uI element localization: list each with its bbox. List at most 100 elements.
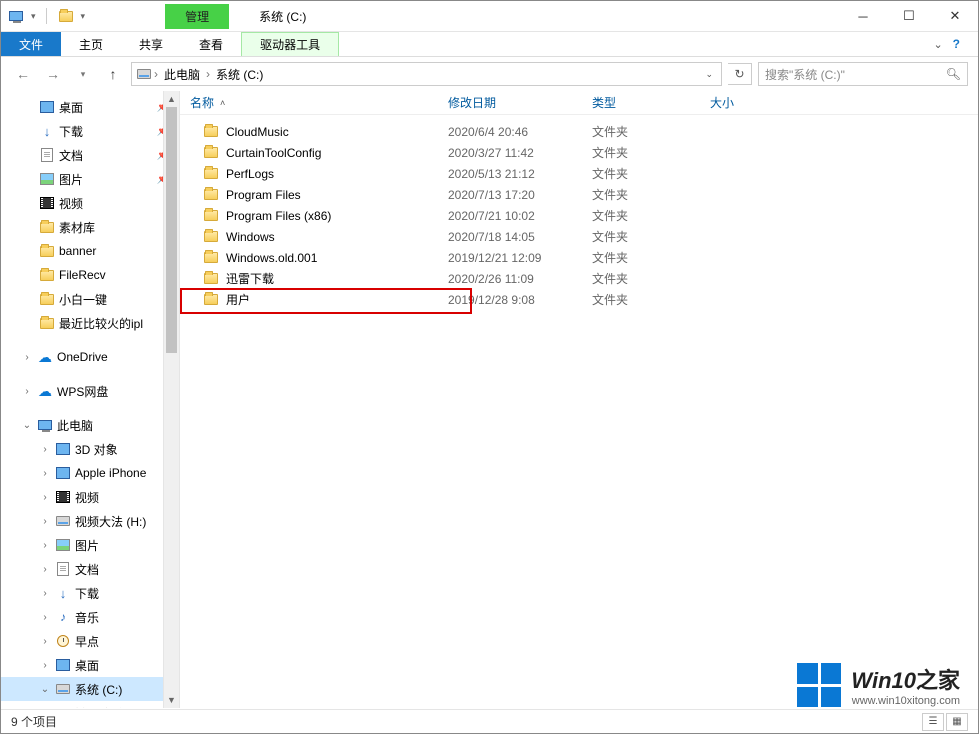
sidebar-pc-child[interactable]: › 3D 对象 [1, 437, 179, 461]
sidebar-cutoff-item[interactable]: › 键需让秀 [1, 701, 179, 708]
file-row[interactable]: 用户 2019/12/28 9:08 文件夹 [180, 289, 978, 310]
sidebar-wps[interactable]: › ☁ WPS网盘 [1, 379, 179, 403]
column-type[interactable]: 类型 [592, 94, 710, 111]
minimize-button[interactable]: ─ [840, 1, 886, 32]
item-count: 9 个项目 [11, 713, 57, 730]
forward-button[interactable]: → [41, 62, 65, 86]
sidebar-pc-child[interactable]: › ↓ 下载 [1, 581, 179, 605]
search-input[interactable]: 搜索"系统 (C:)" 🔍︎ [758, 62, 968, 86]
expand-icon[interactable]: › [39, 563, 51, 575]
expand-icon[interactable]: › [39, 611, 51, 623]
breadcrumb-this-pc[interactable]: 此电脑 [160, 66, 204, 83]
sidebar-quick-item[interactable]: 素材库 [1, 215, 179, 239]
sidebar-pc-child[interactable]: ⌄ 系统 (C:) [1, 677, 179, 701]
sidebar-item-label: 文档 [59, 147, 83, 164]
file-row[interactable]: CloudMusic 2020/6/4 20:46 文件夹 [180, 121, 978, 142]
sidebar-quick-item[interactable]: ↓ 下载 📌 [1, 119, 179, 143]
sidebar-quick-item[interactable]: banner [1, 239, 179, 263]
qat-overflow-icon[interactable]: ▾ [81, 11, 86, 22]
sidebar-quick-item[interactable]: 视频 [1, 191, 179, 215]
sidebar-pc-child[interactable]: › 早点 [1, 629, 179, 653]
scroll-track[interactable] [164, 107, 179, 692]
expand-icon[interactable]: › [39, 467, 51, 479]
maximize-button[interactable]: ☐ [886, 1, 932, 32]
column-date[interactable]: 修改日期 [448, 94, 592, 111]
qat-dropdown-icon[interactable]: ▾ [31, 11, 36, 22]
sidebar-pc-child[interactable]: › 桌面 [1, 653, 179, 677]
scroll-down-icon[interactable]: ▼ [164, 692, 179, 708]
sidebar-quick-item[interactable]: 桌面 📌 [1, 95, 179, 119]
expand-icon[interactable]: › [39, 515, 51, 527]
recent-dropdown-icon[interactable]: ▾ [71, 62, 95, 86]
main-area: 桌面 📌↓ 下载 📌 文档 📌 图片 📌 视频 素 [1, 91, 978, 708]
refresh-button[interactable]: ↻ [728, 63, 752, 85]
arrow-down-icon: ↓ [55, 585, 71, 601]
chevron-down-icon[interactable]: ⌄ [933, 38, 942, 51]
file-row[interactable]: Windows 2020/7/18 14:05 文件夹 [180, 226, 978, 247]
separator [46, 8, 47, 24]
file-name: CurtainToolConfig [226, 146, 321, 160]
sidebar-pc-child[interactable]: › ♪ 音乐 [1, 605, 179, 629]
sidebar-pc-child[interactable]: › 图片 [1, 533, 179, 557]
sidebar-quick-item[interactable]: 最近比较火的ipl [1, 311, 179, 335]
file-name: Program Files [226, 188, 301, 202]
sidebar-scrollbar[interactable]: ▲ ▼ [163, 91, 179, 708]
file-list: 名称 ˄ 修改日期 类型 大小 CloudMusic 2020/6/4 20:4… [180, 91, 978, 708]
breadcrumb-sep-icon[interactable]: › [204, 67, 212, 81]
sidebar-item-label: 早点 [75, 633, 99, 650]
music-ic-icon: ♪ [55, 609, 71, 625]
sidebar-pc-child[interactable]: › 视频 [1, 485, 179, 509]
search-placeholder: 搜索"系统 (C:)" [765, 66, 845, 83]
column-name[interactable]: 名称 ˄ [190, 94, 448, 111]
sidebar-item-label: 下载 [75, 585, 99, 602]
file-row[interactable]: Program Files (x86) 2020/7/21 10:02 文件夹 [180, 205, 978, 226]
close-button[interactable]: ✕ [932, 1, 978, 32]
up-button[interactable]: ↑ [101, 62, 125, 86]
sidebar-quick-item[interactable]: FileRecv [1, 263, 179, 287]
file-row[interactable]: PerfLogs 2020/5/13 21:12 文件夹 [180, 163, 978, 184]
tab-view[interactable]: 查看 [181, 32, 241, 56]
sidebar-onedrive[interactable]: › ☁ OneDrive [1, 345, 179, 369]
expand-icon[interactable]: › [39, 635, 51, 647]
breadcrumb-location[interactable]: 系统 (C:) [212, 66, 267, 83]
properties-icon[interactable] [57, 7, 75, 25]
sidebar-this-pc[interactable]: ⌄ 此电脑 [1, 413, 179, 437]
sidebar-pc-child[interactable]: › Apple iPhone [1, 461, 179, 485]
file-row[interactable]: CurtainToolConfig 2020/3/27 11:42 文件夹 [180, 142, 978, 163]
collapse-icon[interactable]: ⌄ [21, 419, 33, 431]
tab-drive-tools[interactable]: 驱动器工具 [241, 32, 339, 56]
breadcrumb-sep-icon[interactable]: › [152, 67, 160, 81]
file-row[interactable]: Windows.old.001 2019/12/21 12:09 文件夹 [180, 247, 978, 268]
icons-view-button[interactable]: ▦ [946, 713, 968, 731]
search-icon[interactable]: 🔍︎ [946, 67, 961, 81]
sidebar-quick-item[interactable]: 文档 📌 [1, 143, 179, 167]
file-row[interactable]: 迅雷下载 2020/2/26 11:09 文件夹 [180, 268, 978, 289]
sidebar-quick-item[interactable]: 小白一键 [1, 287, 179, 311]
expand-icon[interactable]: ⌄ [39, 683, 51, 695]
address-bar[interactable]: › 此电脑 › 系统 (C:) ⌄ [131, 62, 722, 86]
expand-icon[interactable]: › [39, 587, 51, 599]
sidebar-pc-child[interactable]: › 视频大法 (H:) [1, 509, 179, 533]
file-tab[interactable]: 文件 [1, 32, 61, 56]
sidebar-pc-child[interactable]: › 文档 [1, 557, 179, 581]
help-icon[interactable]: ? [953, 37, 960, 51]
details-view-button[interactable]: ☰ [922, 713, 944, 731]
expand-icon[interactable]: › [39, 659, 51, 671]
expand-icon[interactable]: › [39, 707, 51, 708]
sidebar-quick-item[interactable]: 图片 📌 [1, 167, 179, 191]
expand-icon[interactable]: › [39, 539, 51, 551]
address-dropdown-icon[interactable]: ⌄ [701, 69, 717, 80]
file-name: Program Files (x86) [226, 209, 331, 223]
expand-icon[interactable]: › [21, 351, 33, 363]
tab-home[interactable]: 主页 [61, 32, 121, 56]
scroll-thumb[interactable] [166, 107, 177, 353]
expand-icon[interactable]: › [21, 385, 33, 397]
file-row[interactable]: Program Files 2020/7/13 17:20 文件夹 [180, 184, 978, 205]
scroll-up-icon[interactable]: ▲ [164, 91, 179, 107]
back-button[interactable]: ← [11, 62, 35, 86]
expand-icon[interactable]: › [39, 491, 51, 503]
tab-share[interactable]: 共享 [121, 32, 181, 56]
folder-icon [204, 252, 218, 263]
column-size[interactable]: 大小 [710, 94, 790, 111]
expand-icon[interactable]: › [39, 443, 51, 455]
